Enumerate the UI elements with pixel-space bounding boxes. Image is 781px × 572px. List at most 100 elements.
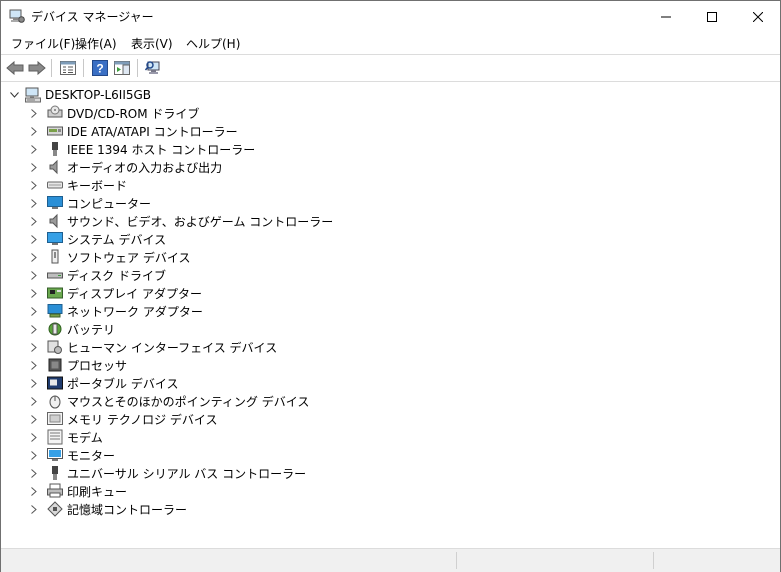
tree-category[interactable]: サウンド、ビデオ、およびゲーム コントローラー <box>29 212 333 230</box>
close-button[interactable] <box>735 1 781 32</box>
device-tree: DESKTOP-L6II5GB DVD/CD-ROM ドライブ IDE ATA/A… <box>1 83 780 545</box>
close-icon <box>753 11 763 22</box>
tree-category[interactable]: システム デバイス <box>29 230 166 248</box>
expand-icon[interactable] <box>29 324 39 334</box>
expand-icon[interactable] <box>29 396 39 406</box>
toolbar: ? <box>1 54 780 82</box>
tree-category[interactable]: マウスとそのほかのポインティング デバイス <box>29 392 309 410</box>
ieee1394-icon <box>47 141 63 157</box>
tree-category-label: プロセッサ <box>67 358 128 373</box>
tree-category-label: マウスとそのほかのポインティング デバイス <box>67 394 310 409</box>
tree-category[interactable]: ディスプレイ アダプター <box>29 284 202 302</box>
expand-icon[interactable] <box>29 234 39 244</box>
device-manager-app-icon <box>9 9 25 24</box>
tree-category-label: システム デバイス <box>67 232 167 247</box>
expand-icon[interactable] <box>29 450 39 460</box>
computer-monitor-icon <box>47 195 63 211</box>
toolbar-separator <box>51 59 52 77</box>
tree-category[interactable]: キーボード <box>29 176 127 194</box>
expand-icon[interactable] <box>29 108 39 118</box>
expand-icon[interactable] <box>29 162 39 172</box>
properties-pane-icon <box>60 61 76 75</box>
usb-icon <box>47 465 63 481</box>
expand-icon[interactable] <box>29 360 39 370</box>
action-pane-button[interactable] <box>112 58 132 78</box>
tree-category[interactable]: モニター <box>29 446 115 464</box>
expand-icon[interactable] <box>29 342 39 352</box>
scan-hardware-button[interactable] <box>144 58 164 78</box>
expand-icon[interactable] <box>29 270 39 280</box>
minimize-button[interactable] <box>643 1 689 32</box>
tree-category[interactable]: ユニバーサル シリアル バス コントローラー <box>29 464 306 482</box>
expand-icon[interactable] <box>29 252 39 262</box>
menu-help[interactable]: ヘルプ(H) <box>186 35 240 52</box>
tree-root-label: DESKTOP-L6II5GB <box>45 88 152 102</box>
display-adapter-icon <box>47 285 63 301</box>
tree-category[interactable]: オーディオの入力および出力 <box>29 158 222 176</box>
disk-drive-icon <box>47 267 63 283</box>
tree-category-label: オーディオの入力および出力 <box>67 160 223 175</box>
tree-category[interactable]: ポータブル デバイス <box>29 374 178 392</box>
menu-file[interactable]: ファイル(F) <box>11 35 75 52</box>
portable-device-icon <box>47 375 63 391</box>
expand-icon[interactable] <box>29 306 39 316</box>
status-divider <box>653 552 654 569</box>
network-adapter-icon <box>47 303 63 319</box>
expand-icon[interactable] <box>29 468 39 478</box>
modem-icon <box>47 429 63 445</box>
expand-icon[interactable] <box>29 378 39 388</box>
tree-category[interactable]: IDE ATA/ATAPI コントローラー <box>29 122 238 140</box>
collapse-icon[interactable] <box>9 90 19 100</box>
expand-icon[interactable] <box>29 180 39 190</box>
tree-category-label: IDE ATA/ATAPI コントローラー <box>67 124 238 139</box>
expand-icon[interactable] <box>29 216 39 226</box>
software-device-icon <box>47 249 63 265</box>
menu-view[interactable]: 表示(V) <box>131 35 173 52</box>
expand-icon[interactable] <box>29 504 39 514</box>
tree-category[interactable]: バッテリ <box>29 320 115 338</box>
toolbar-separator <box>137 59 138 77</box>
properties-pane-button[interactable] <box>58 58 78 78</box>
tree-category[interactable]: ソフトウェア デバイス <box>29 248 190 266</box>
tree-category-label: ネットワーク アダプター <box>67 304 203 319</box>
tree-category[interactable]: メモリ テクノロジ デバイス <box>29 410 218 428</box>
tree-category[interactable]: 記憶域コントローラー <box>29 500 187 518</box>
expand-icon[interactable] <box>29 144 39 154</box>
expand-icon[interactable] <box>29 486 39 496</box>
forward-button[interactable] <box>27 58 47 78</box>
back-button[interactable] <box>5 58 25 78</box>
status-bar <box>1 548 780 572</box>
tree-category-label: モデム <box>67 430 103 445</box>
device-manager-window: デバイス マネージャー ファイル(F) 操作(A) 表示(V) ヘルプ(H) ?… <box>0 0 781 572</box>
menu-action[interactable]: 操作(A) <box>75 35 117 52</box>
system-device-icon <box>47 231 63 247</box>
tree-category[interactable]: ディスク ドライブ <box>29 266 166 284</box>
tree-category-label: ポータブル デバイス <box>67 376 179 391</box>
tree-category[interactable]: ネットワーク アダプター <box>29 302 203 320</box>
expand-icon[interactable] <box>29 288 39 298</box>
monitor-icon <box>47 447 63 463</box>
expand-icon[interactable] <box>29 414 39 424</box>
tree-category[interactable]: モデム <box>29 428 103 446</box>
expand-icon[interactable] <box>29 432 39 442</box>
tree-category[interactable]: DVD/CD-ROM ドライブ <box>29 104 199 122</box>
tree-category[interactable]: コンピューター <box>29 194 151 212</box>
tree-category[interactable]: IEEE 1394 ホスト コントローラー <box>29 140 255 158</box>
maximize-button[interactable] <box>689 1 735 32</box>
menu-bar: ファイル(F) 操作(A) 表示(V) ヘルプ(H) <box>1 32 780 54</box>
tree-category[interactable]: 印刷キュー <box>29 482 127 500</box>
processor-icon <box>47 357 63 373</box>
tree-root[interactable]: DESKTOP-L6II5GB <box>9 86 151 104</box>
expand-icon[interactable] <box>29 198 39 208</box>
tree-category-label: ソフトウェア デバイス <box>67 250 191 265</box>
tree-category-label: バッテリ <box>67 322 116 337</box>
title-bar[interactable]: デバイス マネージャー <box>1 1 780 32</box>
tree-category[interactable]: プロセッサ <box>29 356 127 374</box>
tree-category[interactable]: ヒューマン インターフェイス デバイス <box>29 338 277 356</box>
window-title: デバイス マネージャー <box>31 10 154 24</box>
storage-controller-icon <box>47 501 63 517</box>
expand-icon[interactable] <box>29 126 39 136</box>
status-divider <box>456 552 457 569</box>
tree-category-label: ディスプレイ アダプター <box>67 286 202 301</box>
help-button[interactable]: ? <box>90 58 110 78</box>
